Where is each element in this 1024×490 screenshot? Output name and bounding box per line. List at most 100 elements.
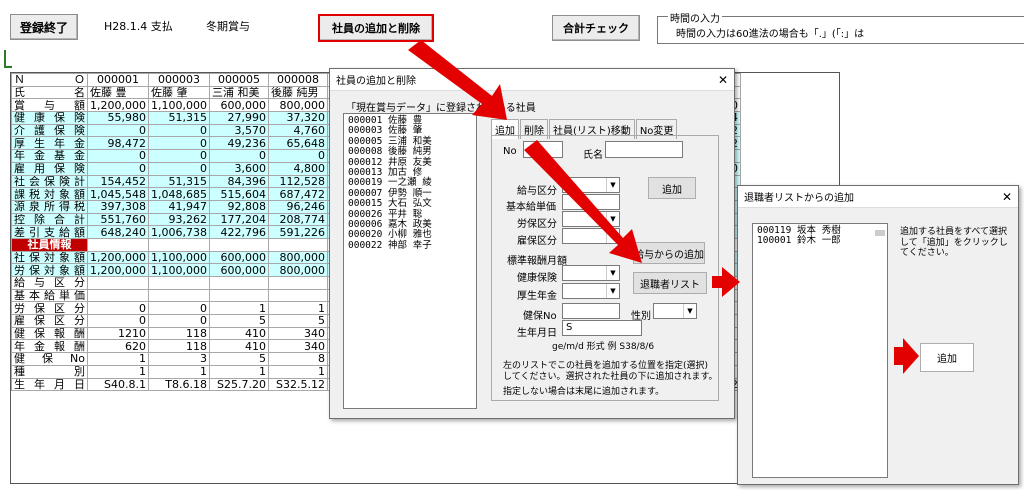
table-cell[interactable]: S40.8.1	[87, 377, 149, 392]
table-cell[interactable]: 340	[267, 326, 328, 341]
table-cell[interactable]: 51,315	[147, 174, 210, 189]
close-icon[interactable]: ✕	[1002, 190, 1012, 204]
table-cell[interactable]	[147, 237, 210, 252]
table-cell[interactable]: 118	[147, 326, 210, 341]
table-cell[interactable]: 佐藤 豊	[87, 85, 149, 100]
health-insurance-select[interactable]: ▼	[562, 265, 620, 281]
table-cell[interactable]: 410	[208, 326, 269, 341]
table-cell[interactable]: 000008	[267, 73, 328, 87]
table-cell[interactable]: 600,000	[208, 263, 269, 277]
table-cell[interactable]: 800,000	[267, 263, 328, 277]
table-cell[interactable]: 410	[208, 339, 269, 354]
table-cell[interactable]: 1,100,000	[147, 250, 210, 265]
table-cell[interactable]: 96,246	[267, 199, 328, 214]
table-cell[interactable]: 397,308	[87, 199, 149, 214]
table-cell[interactable]: 1	[208, 301, 269, 316]
table-cell[interactable]: 1,006,738	[147, 225, 210, 239]
table-cell[interactable]: 0	[147, 123, 210, 138]
table-cell[interactable]: 3	[147, 352, 210, 366]
table-cell[interactable]: 84,396	[208, 174, 269, 189]
table-cell[interactable]: 800,000	[267, 98, 328, 113]
table-cell[interactable]: 208,774	[267, 212, 328, 227]
listbox-scrollbar[interactable]	[875, 230, 885, 236]
table-cell[interactable]: 800,000	[267, 250, 328, 265]
salary-kbn-select[interactable]: ▼	[562, 177, 620, 193]
retired-listbox[interactable]: 000119 坂本 秀樹 100001 鈴木 一郎	[752, 223, 888, 478]
table-cell[interactable]: 1,100,000	[147, 263, 210, 277]
table-cell[interactable]: 92,808	[208, 199, 269, 214]
add-remove-employee-button[interactable]: 社員の追加と削除	[318, 14, 434, 42]
table-cell[interactable]: 27,990	[208, 111, 269, 125]
table-cell[interactable]: 0	[208, 149, 269, 163]
table-cell[interactable]: 000003	[147, 73, 210, 87]
table-cell[interactable]: 1	[87, 352, 149, 366]
employ-kbn-select[interactable]: ▼	[562, 228, 620, 244]
table-cell[interactable]: 0	[267, 149, 328, 163]
table-cell[interactable]	[147, 276, 210, 290]
table-cell[interactable]: 37,320	[267, 111, 328, 125]
table-cell[interactable]: 0	[147, 149, 210, 163]
table-cell[interactable]: 0	[147, 136, 210, 151]
table-cell[interactable]: 1,048,685	[147, 187, 210, 201]
health-no-field[interactable]	[562, 303, 620, 319]
table-cell[interactable]	[208, 237, 269, 252]
pension-select[interactable]: ▼	[562, 283, 620, 299]
table-cell[interactable]: 620	[87, 339, 149, 354]
table-cell[interactable]: 600,000	[208, 98, 269, 113]
table-cell[interactable]: 93,262	[147, 212, 210, 227]
table-cell[interactable]: S25.7.20	[208, 377, 269, 392]
from-salary-button[interactable]: 給与からの追加	[633, 242, 705, 264]
table-cell[interactable]	[208, 276, 269, 290]
table-cell[interactable]	[147, 288, 210, 303]
table-cell[interactable]: 0	[147, 301, 210, 316]
table-cell[interactable]: 55,980	[87, 111, 149, 125]
table-cell[interactable]: 4,800	[267, 161, 328, 176]
table-cell[interactable]: 51,315	[147, 111, 210, 125]
table-cell[interactable]: 98,472	[87, 136, 149, 151]
list-item[interactable]: 000022 神部 幸子	[348, 240, 476, 251]
table-cell[interactable]: 0	[87, 123, 149, 138]
table-cell[interactable]: 154,452	[87, 174, 149, 189]
table-cell[interactable]: 1,200,000	[87, 263, 149, 277]
table-cell[interactable]: 112,528	[267, 174, 328, 189]
add-button[interactable]: 追加	[648, 177, 696, 199]
table-cell[interactable]: 1,200,000	[87, 98, 149, 113]
table-cell[interactable]	[267, 276, 328, 290]
table-cell[interactable]: 687,472	[267, 187, 328, 201]
finish-registration-button[interactable]: 登録終了	[10, 14, 78, 40]
labor-kbn-select[interactable]: ▼	[562, 211, 620, 227]
table-cell[interactable]: 後藤 純男	[267, 85, 328, 100]
total-check-button[interactable]: 合計チェック	[552, 15, 640, 41]
gender-select[interactable]: ▼	[653, 303, 697, 319]
table-cell[interactable]: 1	[208, 364, 269, 379]
list-item[interactable]: 100001 鈴木 一郎	[757, 235, 887, 246]
table-cell[interactable]: 三浦 和美	[208, 85, 269, 100]
table-cell[interactable]: 551,760	[87, 212, 149, 227]
retired-list-button[interactable]: 退職者リスト	[633, 272, 707, 294]
no-field[interactable]	[523, 141, 563, 158]
table-cell[interactable]: 5	[267, 314, 328, 328]
table-cell[interactable]: 3,600	[208, 161, 269, 176]
table-cell[interactable]: 591,226	[267, 225, 328, 239]
table-cell[interactable]: 177,204	[208, 212, 269, 227]
retired-add-button[interactable]: 追加	[920, 343, 974, 372]
base-pay-field[interactable]	[562, 194, 620, 210]
table-cell[interactable]: 1	[267, 301, 328, 316]
table-cell[interactable]: 0	[87, 161, 149, 176]
table-cell[interactable]: 118	[147, 339, 210, 354]
table-cell[interactable]: 0	[147, 161, 210, 176]
table-cell[interactable]	[208, 288, 269, 303]
name-field[interactable]	[605, 141, 683, 158]
employee-listbox[interactable]: 000001 佐藤 豊 000003 佐藤 肇 000005 三浦 和美 000008…	[343, 113, 477, 409]
table-cell[interactable]	[87, 288, 149, 303]
table-cell[interactable]	[87, 237, 149, 252]
table-cell[interactable]: 340	[267, 339, 328, 354]
table-cell[interactable]: 49,236	[208, 136, 269, 151]
table-cell[interactable]: 8	[267, 352, 328, 366]
table-cell[interactable]: 5	[208, 314, 269, 328]
table-cell[interactable]: 65,648	[267, 136, 328, 151]
table-cell[interactable]: 648,240	[87, 225, 149, 239]
table-cell[interactable]: 0	[87, 314, 149, 328]
table-cell[interactable]: 3,570	[208, 123, 269, 138]
table-cell[interactable]: 1	[267, 364, 328, 379]
